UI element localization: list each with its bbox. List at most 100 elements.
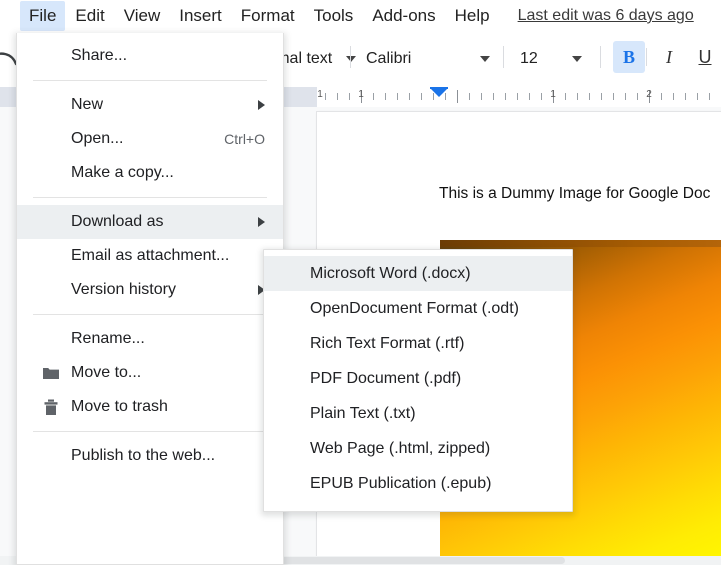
submenu-item-pdf-document-pdf[interactable]: PDF Document (.pdf) [264, 361, 572, 396]
ruler-tick [529, 93, 530, 100]
submenu-item-plain-text-txt[interactable]: Plain Text (.txt) [264, 396, 572, 431]
underline-button[interactable]: U [689, 41, 721, 73]
menu-item-move-to[interactable]: Move to... [17, 356, 283, 390]
menubar-item-help[interactable]: Help [446, 1, 499, 31]
chevron-down-icon [346, 56, 356, 62]
ruler-tick [517, 93, 518, 100]
submenu-item-epub-publication-epub[interactable]: EPUB Publication (.epub) [264, 466, 572, 501]
ruler-tick [409, 93, 410, 100]
menubar-item-edit[interactable]: Edit [66, 1, 113, 31]
menu-item-move-to-trash[interactable]: Move to trash [17, 390, 283, 424]
ruler-tick [397, 93, 398, 100]
ruler-tick [373, 93, 374, 100]
ruler-number: 1 [355, 89, 367, 100]
chevron-right-icon [258, 100, 265, 110]
menu-item-label: Make a copy... [71, 164, 174, 182]
ruler-tick [589, 93, 590, 100]
left-indent-marker[interactable] [430, 88, 448, 97]
menu-item-label: Share... [71, 47, 127, 65]
ruler-tick [697, 93, 698, 100]
ruler-tick [421, 93, 422, 100]
menu-item-label: Email as attachment... [71, 247, 229, 265]
menu-item-label: New [71, 96, 103, 114]
menu-item-version-history[interactable]: Version history [17, 273, 283, 307]
ruler-tick [709, 93, 710, 100]
toolbar-divider [503, 46, 504, 68]
menu-item-rename[interactable]: Rename... [17, 322, 283, 356]
document-gradient-image-top-strip [440, 240, 721, 247]
ruler-tick [625, 93, 626, 100]
ruler-tick [673, 93, 674, 100]
ruler-tick [349, 93, 350, 100]
menu-item-label: Open... [71, 130, 123, 148]
italic-button[interactable]: I [653, 41, 685, 73]
submenu-item-rich-text-format-rtf[interactable]: Rich Text Format (.rtf) [264, 326, 572, 361]
ruler-tick [469, 93, 470, 100]
menu-item-label: Move to... [71, 364, 141, 382]
toolbar-divider [646, 48, 647, 66]
menu-item-share[interactable]: Share... [17, 39, 283, 73]
menu-separator [33, 431, 267, 432]
menu-item-make-a-copy[interactable]: Make a copy... [17, 156, 283, 190]
toolbar-divider [350, 46, 351, 68]
ruler-tick [505, 93, 506, 100]
menu-bar: FileEditViewInsertFormatToolsAdd-onsHelp… [0, 0, 721, 32]
menu-item-open[interactable]: Open... Ctrl+O [17, 122, 283, 156]
menu-item-shortcut: Ctrl+O [224, 131, 265, 147]
ruler-tick [601, 93, 602, 100]
menubar-item-file[interactable]: File [20, 1, 65, 31]
document-paragraph: This is a Dummy Image for Google Doc [439, 185, 710, 203]
menu-item-new[interactable]: New [17, 88, 283, 122]
folder-icon [41, 363, 61, 383]
ruler-tick [637, 93, 638, 100]
chevron-right-icon [258, 217, 265, 227]
submenu-item-microsoft-word-docx[interactable]: Microsoft Word (.docx) [264, 256, 572, 291]
ruler-tick [565, 93, 566, 100]
bold-button[interactable]: B [613, 41, 645, 73]
menubar-item-add-ons[interactable]: Add-ons [363, 1, 444, 31]
ruler-tick [457, 90, 458, 103]
menubar-item-format[interactable]: Format [232, 1, 304, 31]
menubar-item-tools[interactable]: Tools [305, 1, 363, 31]
menu-separator [33, 197, 267, 198]
google-docs-window: FileEditViewInsertFormatToolsAdd-onsHelp… [0, 0, 721, 565]
download-as-submenu: Microsoft Word (.docx)OpenDocument Forma… [263, 249, 573, 512]
file-menu: Share... New Open... Ctrl+O Make a copy... Do… [16, 33, 284, 565]
ruler-number: 1 [314, 89, 326, 100]
ruler-tick [577, 93, 578, 100]
menu-separator [33, 80, 267, 81]
ruler-tick [385, 93, 386, 100]
chevron-down-icon [480, 56, 490, 62]
menu-item-email-as-attachment[interactable]: Email as attachment... [17, 239, 283, 273]
menu-item-label: Version history [71, 281, 176, 299]
font-family-label: Calibri [366, 50, 411, 68]
ruler-tick [685, 93, 686, 100]
ruler-tick [613, 93, 614, 100]
ruler-tick [661, 93, 662, 100]
menu-item-label: Move to trash [71, 398, 168, 416]
submenu-item-web-page-html-zipped[interactable]: Web Page (.html, zipped) [264, 431, 572, 466]
menu-item-label: Publish to the web... [71, 447, 215, 465]
ruler-number: 1 [547, 89, 559, 100]
font-family-dropdown[interactable]: Calibri [366, 44, 490, 74]
ruler-tick [337, 93, 338, 100]
trash-icon [41, 397, 61, 417]
menu-item-publish-to-the-web[interactable]: Publish to the web... [17, 439, 283, 473]
font-size-dropdown[interactable]: 12 [520, 44, 582, 74]
ruler-track: 1 1 2 [317, 87, 721, 107]
ruler-tick [541, 93, 542, 100]
ruler-tick [493, 93, 494, 100]
ruler-number: 2 [643, 89, 655, 100]
submenu-item-opendocument-format-odt[interactable]: OpenDocument Format (.odt) [264, 291, 572, 326]
menu-item-label: Rename... [71, 330, 145, 348]
menubar-item-view[interactable]: View [115, 1, 170, 31]
menu-item-label: Download as [71, 213, 164, 231]
ruler-tick [481, 93, 482, 100]
menu-separator [33, 314, 267, 315]
last-edit-status[interactable]: Last edit was 6 days ago [518, 7, 694, 25]
toolbar-divider [600, 46, 601, 68]
chevron-down-icon [572, 56, 582, 62]
font-size-label: 12 [520, 50, 538, 68]
menubar-item-insert[interactable]: Insert [170, 1, 231, 31]
menu-item-download-as[interactable]: Download as [17, 205, 283, 239]
